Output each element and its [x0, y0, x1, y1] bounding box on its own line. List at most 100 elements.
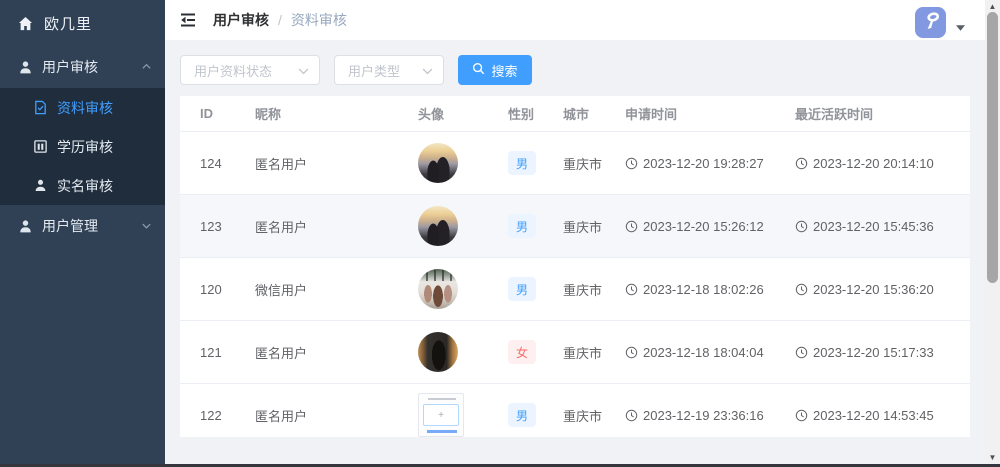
person-icon [33, 178, 48, 193]
vertical-scrollbar[interactable]: ▲ ▼ [985, 0, 1000, 467]
avatar-image [418, 143, 458, 183]
chevron-up-icon [141, 59, 152, 75]
breadcrumb-item-current: 资料审核 [291, 10, 347, 30]
table-header-row: ID 昵称 头像 性别 城市 申请时间 最近活跃时间 [180, 96, 970, 132]
clock-icon [795, 157, 808, 170]
home-icon [18, 16, 33, 31]
sidebar-collapse-icon[interactable] [179, 11, 198, 30]
avatar-image [418, 269, 458, 309]
cell-last-active-time: 2023-12-20 15:17:33 [795, 345, 970, 360]
breadcrumb-item-parent[interactable]: 用户审核 [213, 10, 269, 30]
sidebar-item-education-review[interactable]: 学历审核 [0, 127, 165, 166]
sidebar-item-label: 用户审核 [42, 57, 98, 77]
cell-id: 123 [180, 219, 255, 234]
column-header-id: ID [180, 106, 255, 121]
sidebar-item-label: 资料审核 [57, 98, 113, 118]
cell-apply-time: 2023-12-20 15:26:12 [625, 219, 795, 234]
select-placeholder: 用户类型 [348, 61, 400, 80]
column-header-avatar: 头像 [418, 104, 508, 123]
cell-nickname: 匿名用户 [255, 343, 418, 362]
search-button-label: 搜索 [491, 61, 517, 80]
sidebar: 欧几里 用户审核 资料审核 学历审核 实名审核 [0, 0, 165, 467]
sidebar-item-label: 学历审核 [57, 137, 113, 157]
cell-id: 122 [180, 408, 255, 423]
cell-nickname: 匿名用户 [255, 154, 418, 173]
document-check-icon [33, 100, 48, 115]
cell-id: 120 [180, 282, 255, 297]
clock-icon [625, 157, 638, 170]
table-row[interactable]: 122 匿名用户 + 男 重庆市 2023-12-19 23:36:16 [180, 384, 970, 437]
cell-nickname: 匿名用户 [255, 406, 418, 425]
column-header-apply-time: 申请时间 [625, 104, 795, 123]
sidebar-logo[interactable]: 欧几里 [0, 0, 165, 46]
clock-icon [795, 409, 808, 422]
scroll-down-icon[interactable]: ▼ [985, 451, 1000, 464]
avatar-image [418, 332, 458, 372]
user-icon [18, 219, 33, 234]
main-area: 用户审核 / 资料审核 用户资料状态 用户类型 [165, 0, 1000, 467]
cell-last-active-time: 2023-12-20 15:45:36 [795, 219, 970, 234]
cell-apply-time: 2023-12-19 23:36:16 [625, 408, 795, 423]
cell-city: 重庆市 [563, 154, 625, 173]
cell-id: 121 [180, 345, 255, 360]
topbar: 用户审核 / 资料审核 [165, 0, 1000, 40]
content-area: 用户资料状态 用户类型 搜索 ID 昵称 [165, 40, 985, 467]
cell-city: 重庆市 [563, 217, 625, 236]
user-menu-caret-icon[interactable] [956, 19, 965, 34]
clock-icon [795, 220, 808, 233]
user-icon [18, 60, 33, 75]
sidebar-submenu: 资料审核 学历审核 实名审核 [0, 88, 165, 205]
gender-badge: 女 [508, 340, 536, 364]
chevron-down-icon [422, 63, 433, 78]
cell-city: 重庆市 [563, 280, 625, 299]
table-row[interactable]: 120 微信用户 男 重庆市 2023-12-18 18:02:26 2023-… [180, 258, 970, 321]
data-table: ID 昵称 头像 性别 城市 申请时间 最近活跃时间 124 匿名用户 男 重庆… [180, 96, 970, 437]
table-row[interactable]: 121 匿名用户 女 重庆市 2023-12-18 18:04:04 2023-… [180, 321, 970, 384]
user-type-select[interactable]: 用户类型 [334, 55, 444, 85]
scrollbar-thumb[interactable] [987, 12, 998, 283]
sidebar-item-profile-review[interactable]: 资料审核 [0, 88, 165, 127]
profile-status-select[interactable]: 用户资料状态 [180, 55, 320, 85]
clock-icon [795, 346, 808, 359]
sidebar-item-realname-review[interactable]: 实名审核 [0, 166, 165, 205]
avatar-image: + [418, 393, 464, 437]
ribbon-logo-icon [919, 9, 943, 36]
cell-id: 124 [180, 156, 255, 171]
filter-bar: 用户资料状态 用户类型 搜索 [180, 55, 970, 85]
clock-icon [625, 220, 638, 233]
cell-city: 重庆市 [563, 343, 625, 362]
breadcrumb: 用户审核 / 资料审核 [213, 10, 347, 30]
cell-nickname: 匿名用户 [255, 217, 418, 236]
table-row[interactable]: 123 匿名用户 男 重庆市 2023-12-20 15:26:12 2023-… [180, 195, 970, 258]
sidebar-item-label: 实名审核 [57, 176, 113, 196]
gender-badge: 男 [508, 277, 536, 301]
sidebar-item-user-management[interactable]: 用户管理 [0, 205, 165, 247]
search-button[interactable]: 搜索 [458, 55, 532, 85]
clock-icon [625, 283, 638, 296]
school-icon [33, 139, 48, 154]
cell-nickname: 微信用户 [255, 280, 418, 299]
column-header-city: 城市 [563, 104, 625, 123]
cell-last-active-time: 2023-12-20 15:36:20 [795, 282, 970, 297]
user-profile-avatar[interactable] [915, 7, 946, 38]
sidebar-item-user-review[interactable]: 用户审核 [0, 46, 165, 88]
clock-icon [795, 283, 808, 296]
cell-city: 重庆市 [563, 406, 625, 425]
cell-apply-time: 2023-12-18 18:04:04 [625, 345, 795, 360]
column-header-nickname: 昵称 [255, 104, 418, 123]
column-header-last-active-time: 最近活跃时间 [795, 104, 970, 123]
search-icon [472, 62, 485, 78]
app-title: 欧几里 [44, 13, 92, 34]
cell-last-active-time: 2023-12-20 20:14:10 [795, 156, 970, 171]
cell-apply-time: 2023-12-20 19:28:27 [625, 156, 795, 171]
chevron-down-icon [141, 218, 152, 234]
select-placeholder: 用户资料状态 [194, 61, 272, 80]
gender-badge: 男 [508, 151, 536, 175]
gender-badge: 男 [508, 403, 536, 427]
chevron-down-icon [298, 63, 309, 78]
sidebar-item-label: 用户管理 [42, 216, 98, 236]
breadcrumb-separator: / [278, 12, 282, 28]
table-row[interactable]: 124 匿名用户 男 重庆市 2023-12-20 19:28:27 2023-… [180, 132, 970, 195]
clock-icon [625, 346, 638, 359]
cell-last-active-time: 2023-12-20 14:53:45 [795, 408, 970, 423]
